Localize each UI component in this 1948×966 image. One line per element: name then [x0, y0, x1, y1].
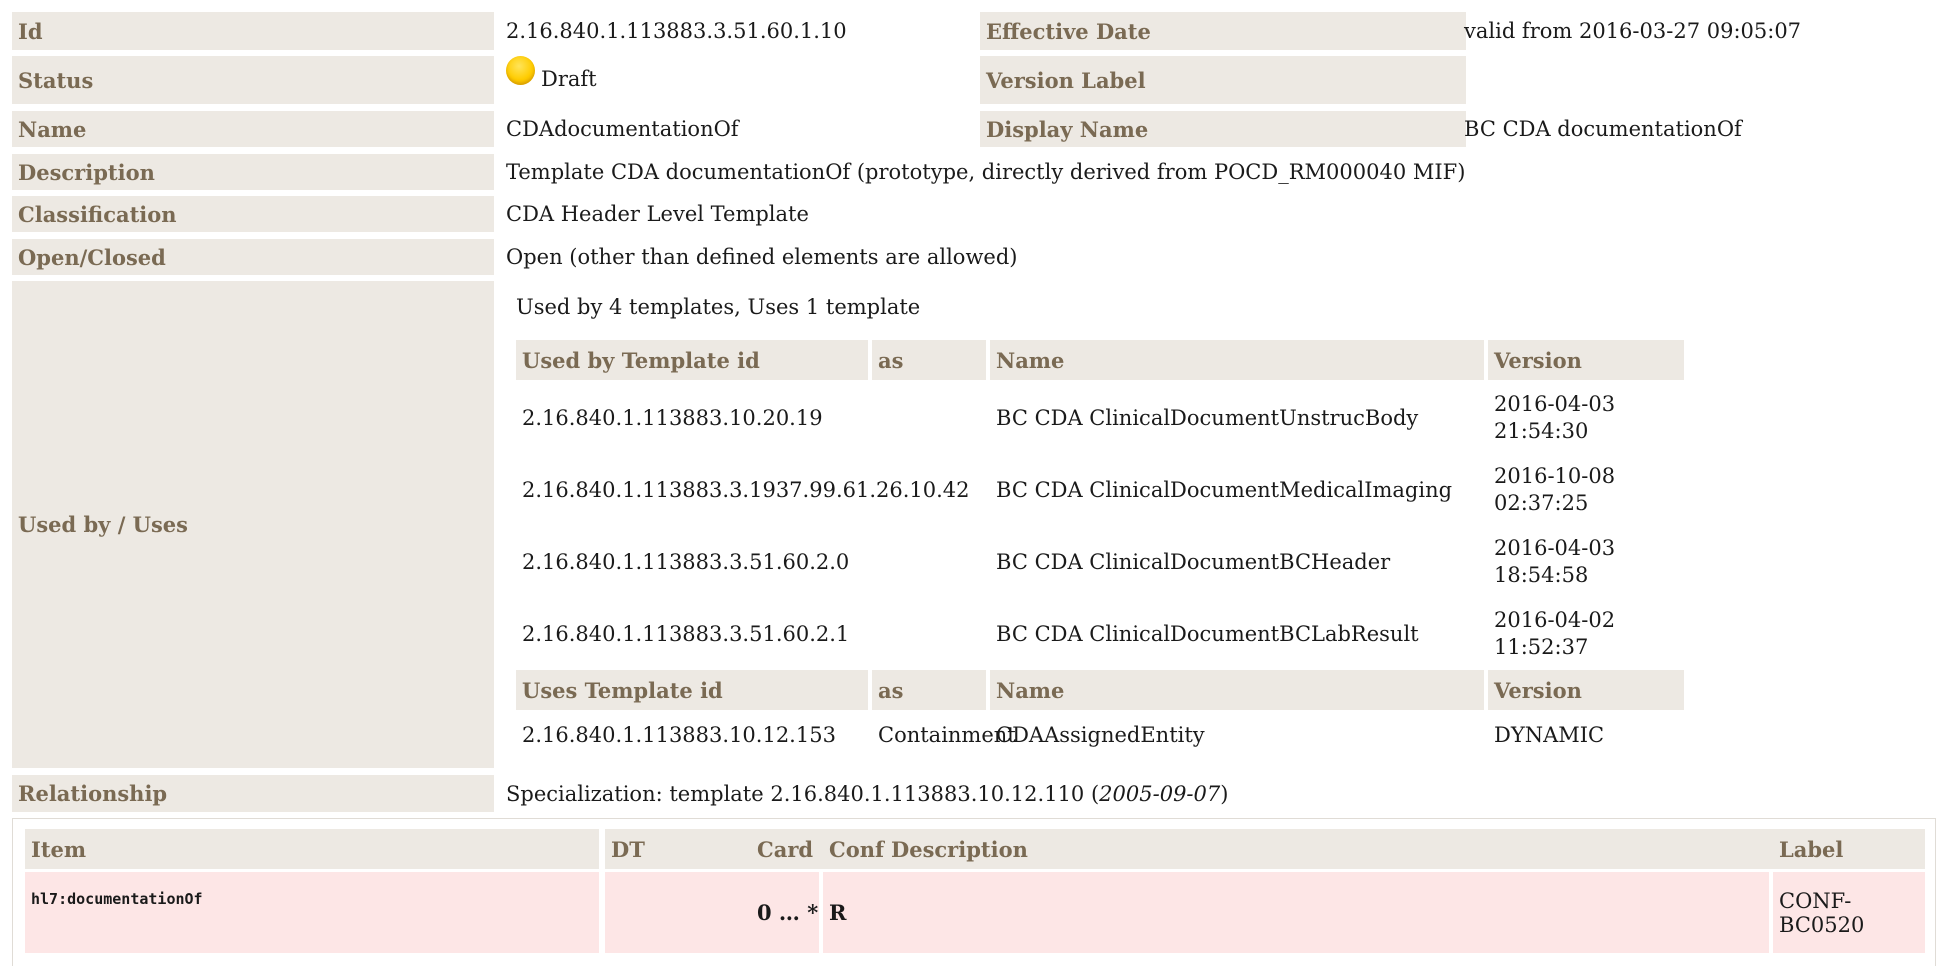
relationship-value: Specialization: template 2.16.840.1.1138… — [506, 775, 1936, 812]
usedby-header-id: Used by Template id — [516, 340, 868, 380]
element-conf: R — [823, 872, 885, 953]
usedby-version-time: 18:54:58 — [1494, 563, 1589, 587]
row-id: Id 2.16.840.1.113883.3.51.60.1.10 Effect… — [12, 12, 1936, 50]
row-classification: Classification CDA Header Level Template — [12, 196, 1936, 232]
row-used-by-uses: Used by / Uses Used by 4 templates, Uses… — [12, 281, 1936, 768]
relationship-date: 2005-09-07 — [1099, 781, 1221, 806]
usedby-id-link[interactable]: 2.16.840.1.113883.10.20.19 — [516, 383, 872, 453]
element-table: Item DT Card Conf Description Label hl7:… — [12, 818, 1936, 966]
row-open-closed: Open/Closed Open (other than defined ele… — [12, 239, 1936, 275]
header-conf: Conf — [823, 829, 889, 869]
element-card: 0 … * — [751, 872, 819, 953]
row-description: Description Template CDA documentationOf… — [12, 154, 1936, 190]
id-label: Id — [12, 12, 494, 50]
uses-header-id: Uses Template id — [516, 670, 868, 710]
relationship-prefix: Specialization: template 2.16.840.1.1138… — [506, 781, 1100, 806]
usedby-as — [872, 455, 990, 525]
name-label: Name — [12, 111, 494, 147]
description-label: Description — [12, 154, 494, 190]
usedby-version-time: 02:37:25 — [1494, 491, 1589, 515]
effective-date-label: Effective Date — [980, 12, 1466, 50]
usedby-version-date: 2016-10-08 — [1494, 464, 1616, 488]
effective-date-value: valid from 2016-03-27 09:05:07 — [1464, 19, 1802, 43]
usedby-version-date: 2016-04-03 — [1494, 536, 1616, 560]
classification-label: Classification — [12, 196, 494, 232]
usedby-version: 2016-04-02 11:52:37 — [1488, 599, 1684, 669]
element-dt — [605, 872, 753, 953]
status-value: Draft — [506, 56, 986, 104]
uses-id-link[interactable]: 2.16.840.1.113883.10.12.153 — [516, 713, 872, 757]
usedby-header-as: as — [872, 340, 986, 380]
id-value: 2.16.840.1.113883.3.51.60.1.10 — [506, 19, 847, 43]
relationship-label: Relationship — [12, 775, 494, 812]
row-status: Status Draft Version Label — [12, 56, 1936, 104]
usedby-name: BC CDA ClinicalDocumentBCLabResult — [996, 621, 1419, 646]
uses-version: DYNAMIC — [1494, 722, 1605, 747]
usedby-version-date: 2016-04-02 — [1494, 608, 1616, 632]
usedby-version-time: 21:54:30 — [1494, 419, 1589, 443]
usedby-version: 2016-10-08 02:37:25 — [1488, 455, 1684, 525]
used-by-uses-label: Used by / Uses — [12, 281, 494, 768]
usedby-id-link[interactable]: 2.16.840.1.113883.3.51.60.2.1 — [516, 599, 872, 669]
usedby-name: BC CDA ClinicalDocumentBCHeader — [996, 549, 1391, 574]
name-value: CDAdocumentationOf — [506, 117, 739, 141]
usedby-name: BC CDA ClinicalDocumentUnstrucBody — [996, 405, 1419, 430]
usedby-version-date: 2016-04-03 — [1494, 392, 1616, 416]
template-details: Id 2.16.840.1.113883.3.51.60.1.10 Effect… — [0, 0, 1948, 966]
usedby-as — [872, 527, 990, 597]
draft-status-icon — [506, 56, 535, 85]
display-name-label: Display Name — [980, 111, 1466, 147]
open-closed-value: Open (other than defined elements are al… — [506, 245, 1018, 269]
usedby-as — [872, 383, 990, 453]
uses-as: Containment — [878, 722, 1016, 747]
version-label-value — [1464, 56, 1934, 104]
display-name-value: BC CDA documentationOf — [1464, 117, 1742, 141]
relationship-suffix: ) — [1220, 781, 1229, 806]
header-item: Item — [25, 829, 599, 869]
header-card: Card — [751, 829, 823, 869]
row-relationship: Relationship Specialization: template 2.… — [12, 775, 1936, 812]
usedby-version-time: 11:52:37 — [1494, 635, 1589, 659]
usedby-header-version: Version — [1488, 340, 1684, 380]
element-description — [885, 872, 1769, 953]
uses-header-version: Version — [1488, 670, 1684, 710]
header-label: Label — [1773, 829, 1925, 869]
usedby-version: 2016-04-03 18:54:58 — [1488, 527, 1684, 597]
usage-summary: Used by 4 templates, Uses 1 template — [516, 295, 921, 319]
usedby-id-link[interactable]: 2.16.840.1.113883.3.51.60.2.0 — [516, 527, 872, 597]
version-label-label: Version Label — [980, 56, 1466, 104]
usedby-as — [872, 599, 990, 669]
classification-value: CDA Header Level Template — [506, 202, 809, 226]
usage-panel: Used by 4 templates, Uses 1 template Use… — [494, 281, 1936, 768]
element-item[interactable]: hl7:documentationOf — [25, 872, 599, 953]
usedby-version: 2016-04-03 21:54:30 — [1488, 383, 1684, 453]
open-closed-label: Open/Closed — [12, 239, 494, 275]
description-value: Template CDA documentationOf (prototype,… — [506, 160, 1466, 184]
uses-name: CDAAssignedEntity — [996, 722, 1205, 747]
header-description: Description — [885, 829, 1775, 869]
uses-header-name: Name — [990, 670, 1484, 710]
status-text: Draft — [541, 67, 597, 91]
element-label: CONF-BC0520 — [1773, 872, 1925, 953]
uses-header-as: as — [872, 670, 986, 710]
usedby-id-link[interactable]: 2.16.840.1.113883.3.1937.99.61.26.10.42 — [516, 455, 970, 525]
usedby-name: BC CDA ClinicalDocumentMedicalImaging — [996, 477, 1453, 502]
header-dt: DT — [605, 829, 757, 869]
row-name: Name CDAdocumentationOf Display Name BC … — [12, 111, 1936, 147]
usedby-header-name: Name — [990, 340, 1484, 380]
status-label: Status — [12, 56, 494, 104]
